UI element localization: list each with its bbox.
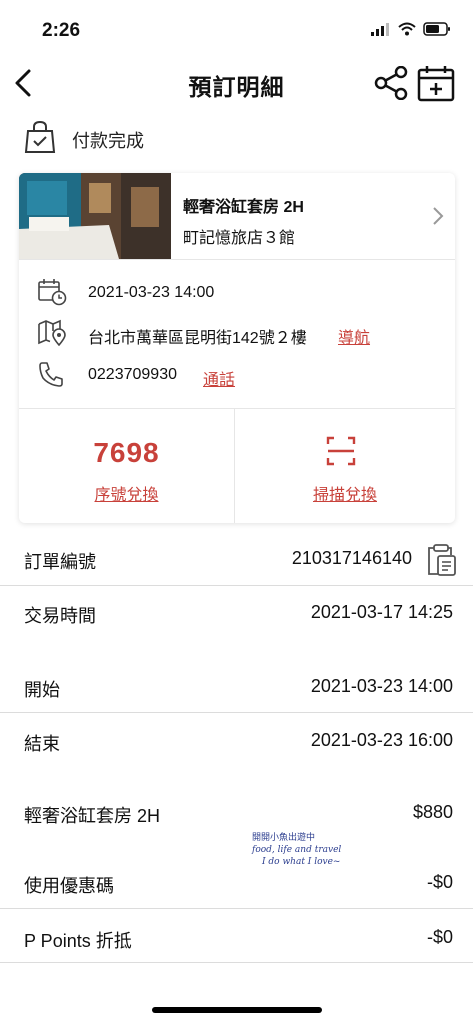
card-vertical-divider [234,408,235,523]
scan-icon[interactable] [325,435,357,467]
map-pin-icon [38,319,66,346]
clipboard-icon[interactable] [425,543,457,577]
transaction-time-label: 交易時間 [24,606,96,626]
battery-icon [423,22,450,36]
home-indicator[interactable] [152,1007,322,1013]
watermark-line: I do what I love~ [262,857,341,867]
shopping-bag-check-icon [24,120,56,153]
navigate-link[interactable]: 導航 [338,324,370,348]
divider [0,585,473,586]
booking-phone: 0223709930 [88,366,177,383]
divider [0,908,473,909]
chevron-right-icon[interactable] [431,205,445,227]
booking-card: 輕奢浴缸套房 2H 町記憶旅店３館 2021-03-23 14:00 台北市萬華… [19,173,455,523]
call-link[interactable]: 通話 [203,366,235,390]
watermark: 開開小魚出遊中 food, life and travel I do what … [252,832,382,868]
transaction-time: 2021-03-17 14:25 [310,602,453,622]
watermark-line: 開開小魚出遊中 [252,833,316,843]
share-icon[interactable] [373,66,411,100]
payment-status: 付款完成 [72,131,144,151]
wifi-icon [398,22,416,36]
signal-icon [371,22,389,36]
divider [0,712,473,713]
status-time: 2:26 [42,20,81,41]
coupon-value: -$0 [426,872,453,892]
points-label: P Points 折抵 [24,931,132,951]
calendar-clock-icon [38,279,67,306]
start-time: 2021-03-23 14:00 [310,676,453,696]
item-price: $880 [412,802,453,822]
divider [0,962,473,963]
points-value: -$0 [426,927,453,947]
hotel-name[interactable]: 町記憶旅店３館 [183,224,295,248]
order-number-label: 訂單編號 [24,552,96,572]
card-divider [19,259,455,260]
phone-icon [39,362,63,387]
scan-redeem-link[interactable]: 掃描兌換 [235,481,455,505]
booking-address: 台北市萬華區昆明街142號２樓 [88,330,307,347]
end-label: 結束 [24,734,60,754]
end-time: 2021-03-23 16:00 [310,730,453,750]
watermark-line: food, life and travel [252,845,342,855]
status-icons [371,22,451,36]
room-name[interactable]: 輕奢浴缸套房 2H [183,193,304,217]
start-label: 開始 [24,680,60,700]
code-redeem-link[interactable]: 序號兌換 [19,481,234,505]
order-number: 210317146140 [291,548,412,568]
room-photo[interactable] [19,173,171,259]
booking-datetime: 2021-03-23 14:00 [88,284,215,301]
coupon-label: 使用優惠碼 [24,876,114,896]
card-divider [19,408,455,409]
item-label: 輕奢浴缸套房 2H [24,806,161,826]
redeem-code: 7698 [93,437,160,468]
calendar-add-icon[interactable] [416,64,456,102]
